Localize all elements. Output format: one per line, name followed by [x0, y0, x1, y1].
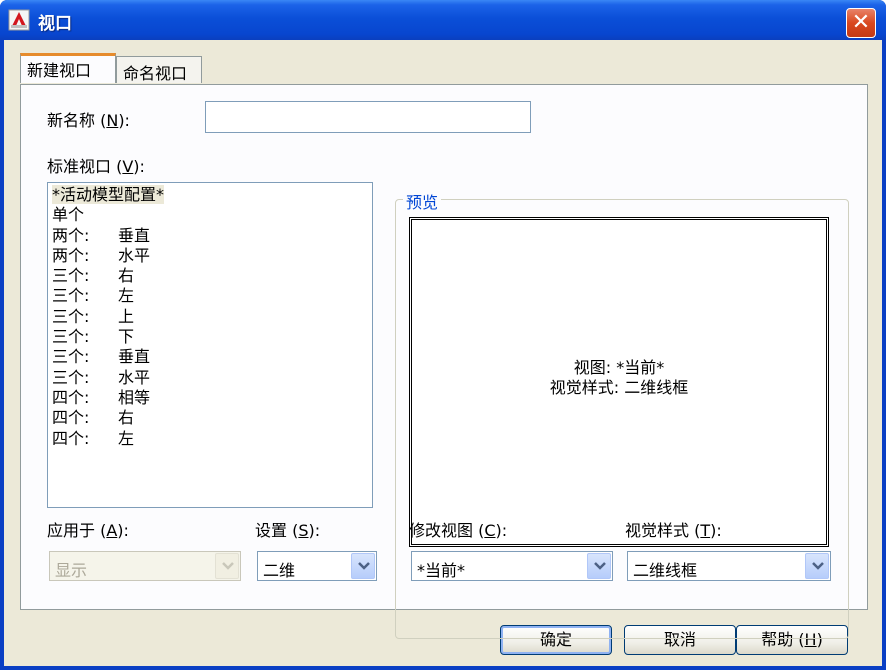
list-item-layout: 水平 — [118, 367, 151, 387]
visual-style-mnemonic: T — [700, 521, 711, 540]
new-name-mnemonic: N — [106, 111, 119, 130]
tab-named-viewports-label: 命名视口 — [123, 64, 188, 83]
apply-to-label-text: 应用于 — [47, 521, 96, 540]
list-item-count: 两个: — [52, 245, 90, 265]
list-item-layout: 相等 — [118, 387, 151, 407]
standard-viewports-mnemonic: V — [122, 157, 134, 176]
list-item-layout: 左 — [118, 286, 135, 306]
preview-text: 视图: *当前* 视觉样式: 二维线框 — [412, 358, 826, 398]
setup-value: 二维 — [263, 561, 296, 580]
list-item-count: 单个 — [52, 205, 85, 225]
list-item[interactable]: 三个: 上 — [52, 307, 368, 327]
standard-viewports-label-text: 标准视口 — [47, 157, 112, 176]
setup-label-text: 设置 — [255, 521, 288, 540]
autocad-app-icon — [8, 9, 30, 31]
list-item-count: 三个: — [52, 306, 90, 326]
chevron-down-icon — [594, 562, 606, 570]
list-item-count: 三个: — [52, 286, 90, 306]
list-item-label: *活动模型配置* — [52, 185, 165, 204]
list-item-count: 三个: — [52, 327, 90, 347]
new-name-label-text: 新名称 — [47, 111, 96, 130]
title-bar[interactable]: 视口 ✕ — [0, 0, 886, 40]
apply-to-value: 显示 — [55, 561, 88, 580]
list-item[interactable]: 四个: 相等 — [52, 388, 368, 408]
apply-to-dropdown-button — [215, 553, 239, 579]
tab-new-viewports[interactable]: 新建视口 — [20, 53, 116, 83]
list-item-layout: 水平 — [118, 245, 151, 265]
viewports-dialog: 视口 ✕ 新建视口 命名视口 新名称 (N): 标准视口 (V): *活动模型配… — [0, 0, 886, 670]
list-item[interactable]: 四个: 右 — [52, 408, 368, 428]
list-item[interactable]: 四个: 左 — [52, 429, 368, 449]
chevron-down-icon — [358, 562, 370, 570]
close-icon: ✕ — [851, 10, 871, 35]
apply-to-dropdown: 显示 — [49, 551, 241, 581]
list-item[interactable]: 单个 — [52, 205, 368, 225]
chevron-down-icon — [812, 562, 824, 570]
new-name-input[interactable] — [205, 101, 531, 133]
list-item-layout: 下 — [118, 327, 135, 347]
list-item-layout: 垂直 — [118, 225, 151, 245]
change-view-dropdown-button[interactable] — [587, 553, 611, 579]
list-item[interactable]: 三个: 左 — [52, 286, 368, 306]
change-view-value: *当前* — [417, 561, 466, 580]
list-item-count: 三个: — [52, 347, 90, 367]
list-item[interactable]: 三个: 下 — [52, 327, 368, 347]
standard-viewports-list[interactable]: *活动模型配置* 单个 两个: 垂直 两个: 水平 三个: 右 三个: 左 三个: 上 三… — [47, 182, 373, 508]
list-item-count: 四个: — [52, 387, 90, 407]
list-item-count: 四个: — [52, 428, 90, 448]
dialog-body: 新建视口 命名视口 新名称 (N): 标准视口 (V): *活动模型配置* 单个… — [4, 40, 882, 666]
list-item[interactable]: *活动模型配置* — [52, 185, 368, 205]
list-item-count: 两个: — [52, 225, 90, 245]
tab-named-viewports[interactable]: 命名视口 — [116, 56, 202, 83]
list-item-layout: 上 — [118, 306, 135, 326]
setup-dropdown[interactable]: 二维 — [257, 551, 377, 581]
setup-mnemonic: S — [298, 521, 309, 540]
list-item[interactable]: 三个: 水平 — [52, 368, 368, 388]
list-item-count: 三个: — [52, 367, 90, 387]
list-item[interactable]: 两个: 垂直 — [52, 226, 368, 246]
list-item-layout: 垂直 — [118, 347, 151, 367]
change-view-dropdown[interactable]: *当前* — [411, 551, 613, 581]
chevron-down-icon — [222, 562, 234, 570]
visual-style-label: 视觉样式 (T): — [625, 521, 722, 540]
tab-panel-new-viewports: 新名称 (N): 标准视口 (V): *活动模型配置* 单个 两个: 垂直 两个:… — [20, 84, 868, 639]
setup-dropdown-button[interactable] — [351, 553, 375, 579]
visual-style-value: 二维线框 — [633, 561, 698, 580]
list-item-count: 四个: — [52, 408, 90, 428]
preview-group-title: 预览 — [403, 189, 442, 213]
tab-new-viewports-label: 新建视口 — [27, 61, 92, 80]
list-item[interactable]: 两个: 水平 — [52, 246, 368, 266]
apply-to-mnemonic: A — [106, 521, 118, 540]
new-name-label: 新名称 (N): — [47, 111, 130, 130]
list-item-layout: 右 — [118, 408, 135, 428]
list-item[interactable]: 三个: 右 — [52, 266, 368, 286]
standard-viewports-label: 标准视口 (V): — [47, 157, 145, 176]
visual-style-dropdown[interactable]: 二维线框 — [627, 551, 831, 581]
preview-style-line: 视觉样式: 二维线框 — [549, 378, 689, 397]
change-view-label-text: 修改视图 — [409, 521, 474, 540]
list-item-layout: 左 — [118, 428, 135, 448]
list-item-layout: 右 — [118, 266, 135, 286]
list-item[interactable]: 三个: 垂直 — [52, 347, 368, 367]
change-view-label: 修改视图 (C): — [409, 521, 508, 540]
apply-to-label: 应用于 (A): — [47, 521, 129, 540]
preview-view-line: 视图: *当前* — [573, 358, 665, 377]
close-button[interactable]: ✕ — [846, 8, 876, 38]
list-item-count: 三个: — [52, 266, 90, 286]
window-title: 视口 — [38, 14, 72, 34]
visual-style-dropdown-button[interactable] — [805, 553, 829, 579]
setup-label: 设置 (S): — [255, 521, 321, 540]
preview-pane: 视图: *当前* 视觉样式: 二维线框 — [409, 217, 829, 547]
change-view-mnemonic: C — [484, 521, 496, 540]
visual-style-label-text: 视觉样式 — [625, 521, 690, 540]
